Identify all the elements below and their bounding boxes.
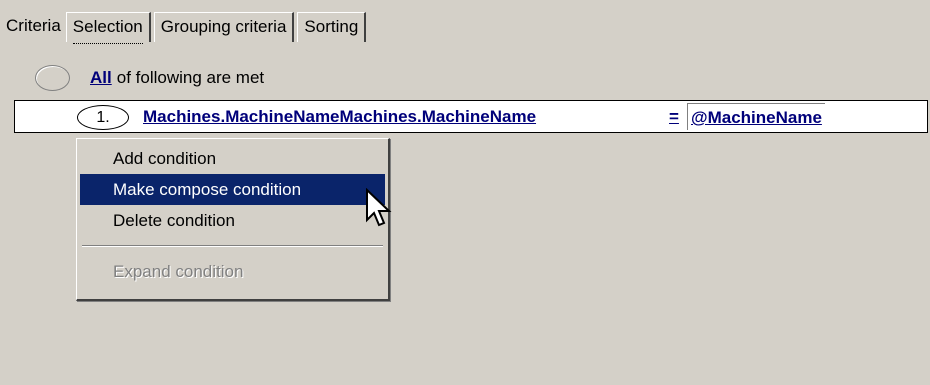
condition-operator-link[interactable]: = [669,107,679,127]
query-criteria-editor: Criteria Selection Grouping criteria Sor… [0,0,930,385]
root-condition-text: of following are met [116,68,265,87]
condition-row[interactable]: 1. Machines.MachineNameMachines.MachineN… [14,100,928,133]
focus-indicator [72,43,143,44]
tab-selection-label: Selection [72,17,143,36]
menu-separator [82,245,383,247]
condition-number-button[interactable]: 1. [77,105,129,130]
group-node-button[interactable] [35,65,70,91]
condition-field-link[interactable]: Machines.MachineNameMachines.MachineName [143,107,536,127]
menu-item-make-compose-condition[interactable]: Make compose condition [80,174,385,205]
menu-item-add-condition[interactable]: Add condition [80,143,385,174]
tab-criteria-label: Criteria [6,16,61,35]
tab-sorting-label: Sorting [304,17,359,36]
condition-value-link[interactable]: @MachineName [687,103,825,130]
tab-criteria[interactable]: Criteria [6,12,63,42]
mouse-pointer-icon [366,188,392,227]
quantifier-link[interactable]: All [90,68,112,88]
tab-grouping-criteria[interactable]: Grouping criteria [153,12,295,42]
tab-grouping-criteria-label: Grouping criteria [160,17,287,36]
tab-sorting[interactable]: Sorting [297,12,367,42]
tab-bar: Criteria Selection Grouping criteria Sor… [6,12,369,44]
menu-item-delete-condition[interactable]: Delete condition [80,205,385,236]
tab-selection[interactable]: Selection [65,12,151,44]
context-menu: Add condition Make compose condition Del… [76,138,390,301]
root-condition-row: All of following are met [35,64,264,92]
menu-item-expand-condition: Expand condition [113,262,244,281]
